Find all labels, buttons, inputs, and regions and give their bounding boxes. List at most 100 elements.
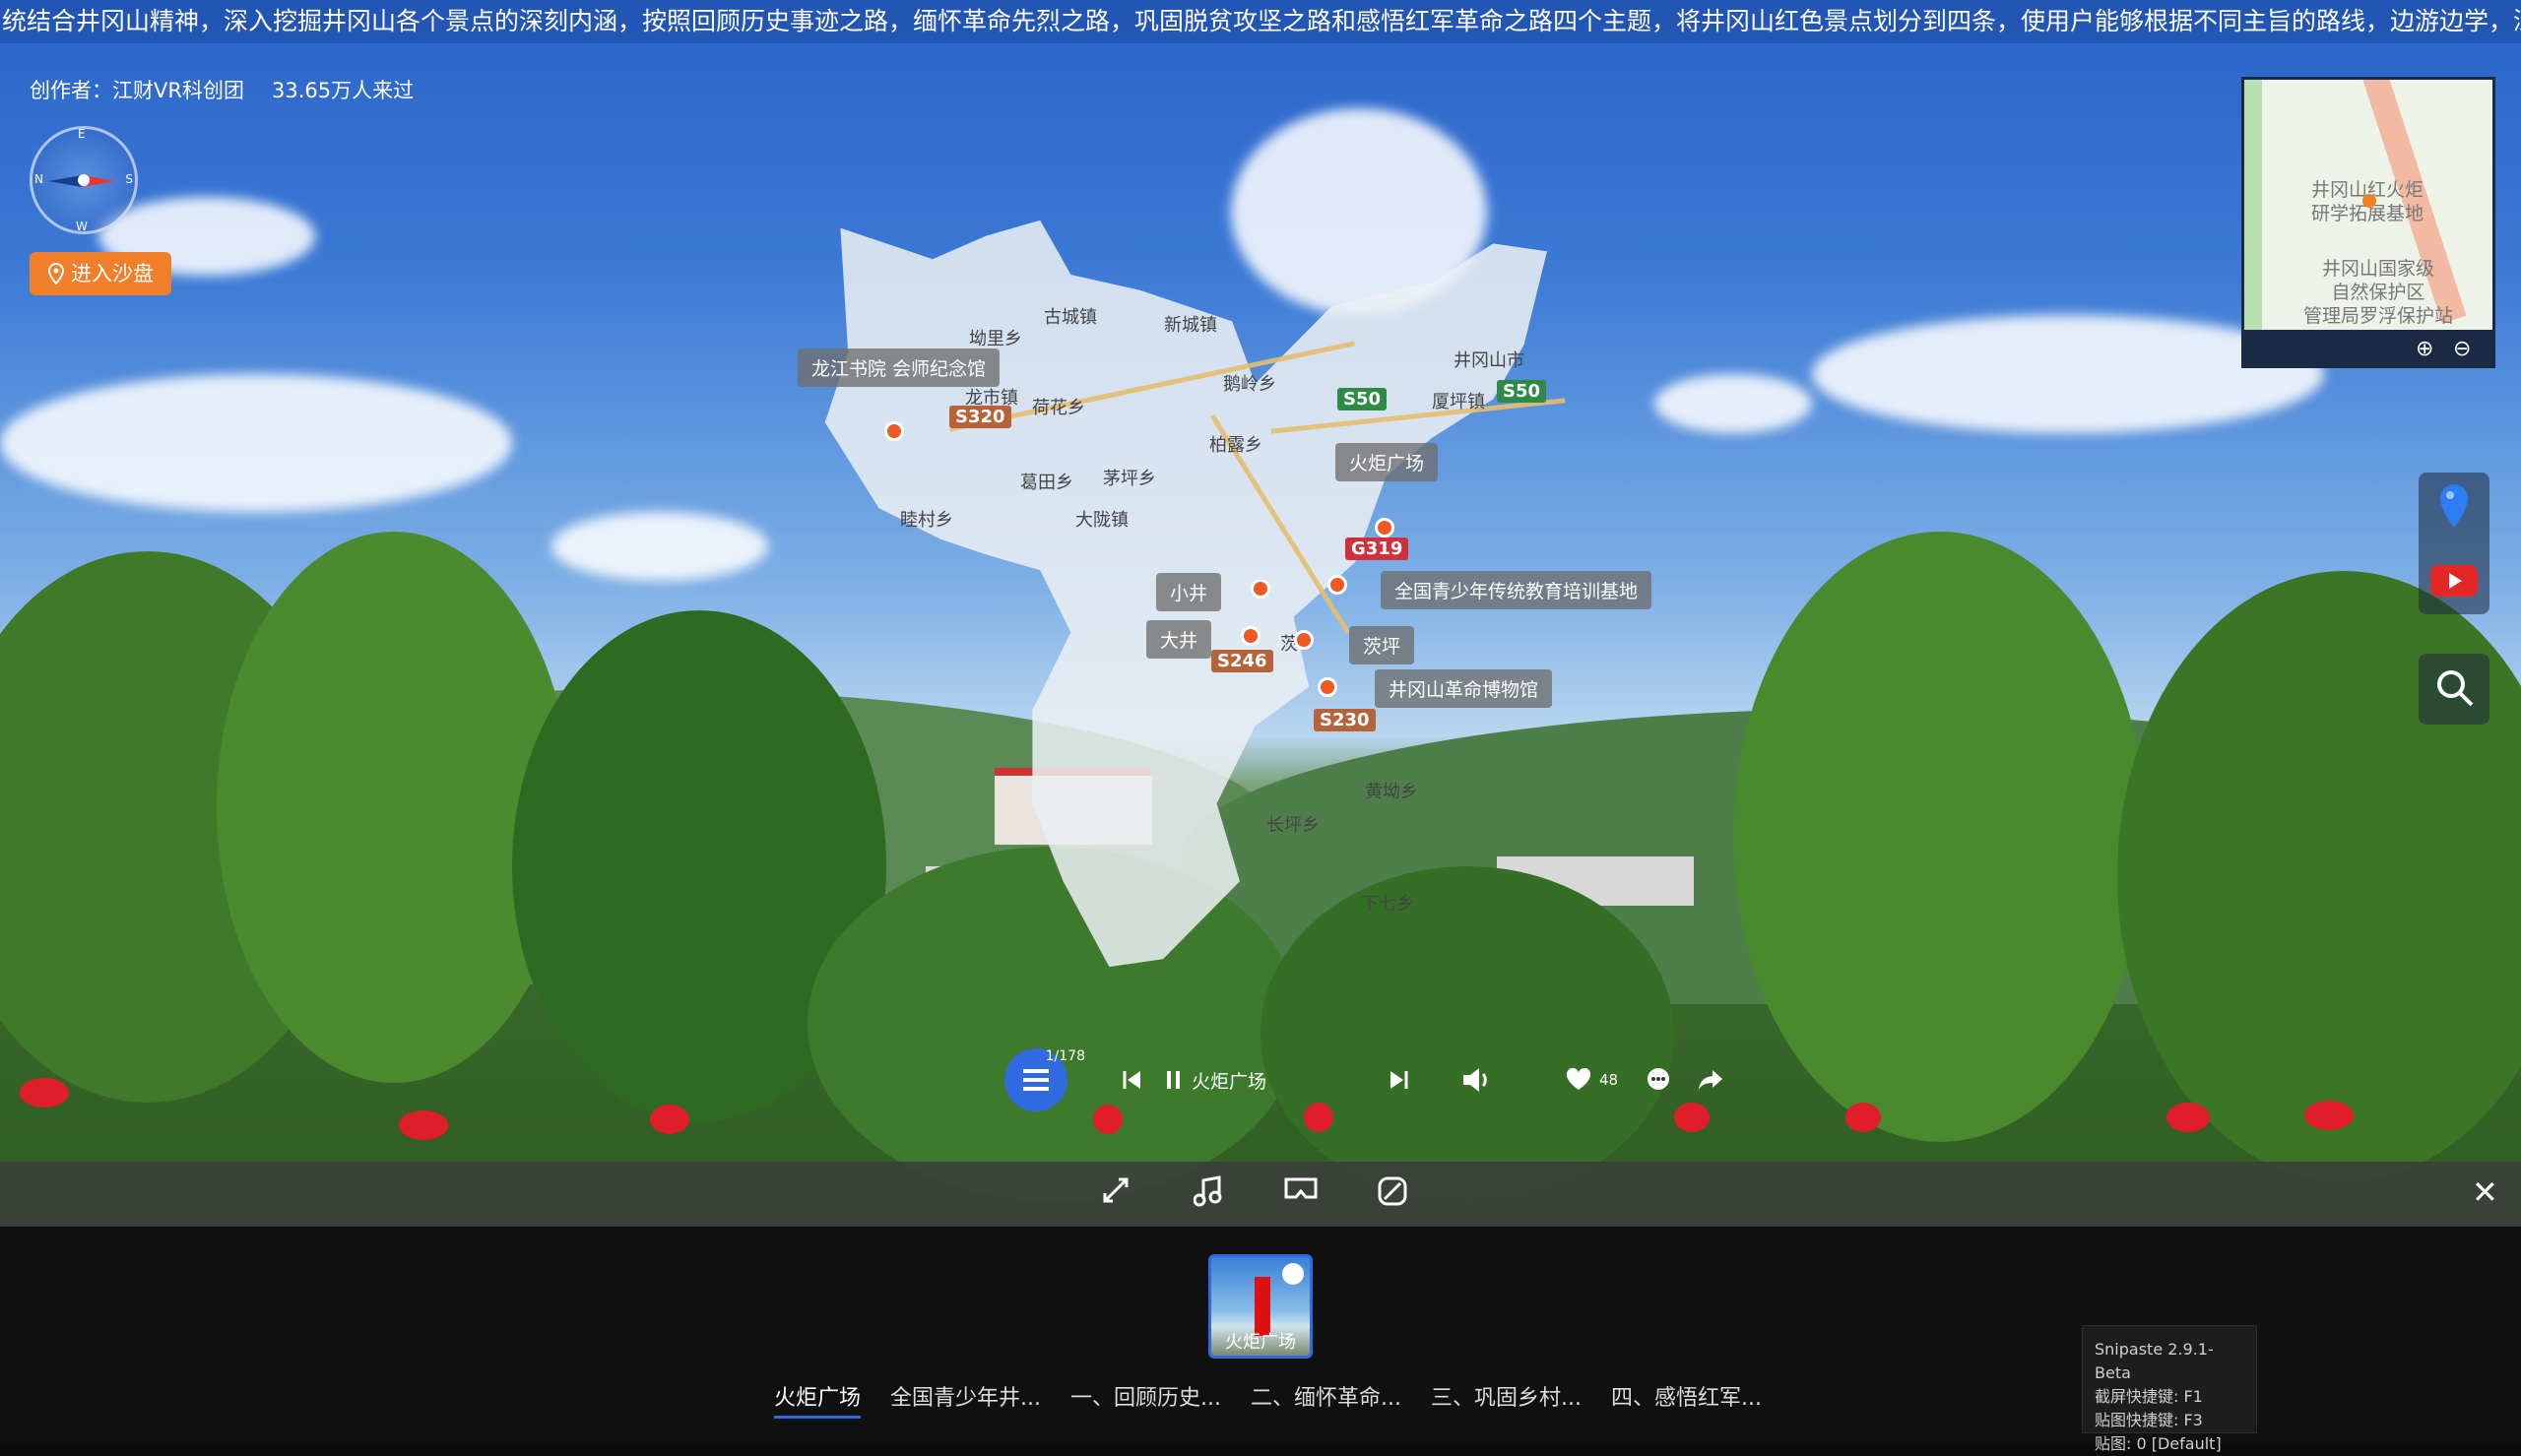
red-torch bbox=[650, 1105, 689, 1134]
highway-s320-badge: S320 bbox=[949, 406, 1011, 428]
town-label: 柏露乡 bbox=[1209, 435, 1262, 456]
location-pin-icon bbox=[47, 263, 65, 285]
playlist-button[interactable]: 1/178 bbox=[1004, 1048, 1085, 1111]
playlist-page: 1/178 bbox=[1045, 1048, 1085, 1064]
music-icon[interactable] bbox=[1194, 1175, 1223, 1207]
spot-tag-quanguo[interactable]: 全国青少年传统教育培训基地 bbox=[1381, 571, 1652, 609]
creator-label[interactable]: 创作者：江财VR科创团 bbox=[30, 75, 244, 104]
pause-icon[interactable] bbox=[1166, 1070, 1182, 1090]
category-tabs: 火炬广场 全国青少年井... 一、回顾历史... 二、缅怀革命... 三、巩固乡… bbox=[774, 1380, 1762, 1419]
snipaste-tooltip: Snipaste 2.9.1-Beta 截屏快捷键: F1 贴图快捷键: F3 … bbox=[2082, 1325, 2257, 1453]
red-torch bbox=[399, 1110, 448, 1140]
spot-tag-museum[interactable]: 井冈山革命博物馆 bbox=[1375, 669, 1553, 708]
scene-thumbnail[interactable]: 火炬广场 bbox=[1208, 1254, 1313, 1359]
town-label: 大陇镇 bbox=[1075, 510, 1129, 531]
category-tab[interactable]: 火炬广场 bbox=[774, 1380, 862, 1419]
zoom-in-icon[interactable]: ⊕ bbox=[2416, 337, 2433, 361]
red-torch bbox=[20, 1078, 69, 1108]
town-label: 厦坪镇 bbox=[1432, 392, 1485, 412]
snipaste-paste-count: 贴图: 0 [Default] bbox=[2095, 1434, 2222, 1453]
category-tab[interactable]: 二、缅怀革命... bbox=[1251, 1380, 1401, 1419]
cloud bbox=[0, 374, 512, 512]
snipaste-paste-hotkey: 贴图快捷键: F3 bbox=[2095, 1411, 2203, 1429]
scenic-spot-pin[interactable] bbox=[884, 421, 904, 441]
volume-icon[interactable] bbox=[1461, 1066, 1491, 1094]
town-label: 鹅岭乡 bbox=[1223, 374, 1276, 395]
enter-sandbox-label: 进入沙盘 bbox=[71, 262, 154, 285]
red-torch bbox=[2304, 1101, 2354, 1130]
share-icon[interactable] bbox=[1697, 1068, 1724, 1092]
spot-tag-xiaojing[interactable]: 小井 bbox=[1156, 573, 1222, 611]
cloud bbox=[551, 512, 768, 581]
scenic-spot-pin[interactable] bbox=[1241, 626, 1260, 646]
compass-center bbox=[78, 174, 90, 186]
town-label: 新城镇 bbox=[1164, 315, 1217, 336]
like-count: 48 bbox=[1599, 1071, 1619, 1089]
highway-s230-badge: S230 bbox=[1314, 709, 1376, 731]
spot-tag-ciping[interactable]: 茨坪 bbox=[1349, 626, 1415, 665]
highway-g319-badge: G319 bbox=[1345, 538, 1409, 560]
town-label: 睦村乡 bbox=[900, 510, 953, 531]
scenic-spot-pin[interactable] bbox=[1318, 677, 1337, 697]
snipaste-version: Snipaste 2.9.1-Beta bbox=[2095, 1340, 2214, 1382]
compass-west-label: W bbox=[76, 220, 88, 233]
next-icon[interactable] bbox=[1389, 1069, 1410, 1091]
scene-selector: 火炬广场 火炬广场 全国青少年井... 一、回顾历史... 二、缅怀革命... … bbox=[0, 1227, 2521, 1453]
expand-icon[interactable] bbox=[1101, 1175, 1131, 1205]
view-toolbar: ✕ bbox=[0, 1162, 2521, 1227]
spot-tag-longjiang[interactable]: 龙江书院 会师纪念馆 bbox=[798, 348, 1001, 387]
compass-icon[interactable]: E N S W bbox=[30, 126, 138, 234]
previous-icon[interactable] bbox=[1121, 1069, 1142, 1091]
thumbnail-label: 火炬广场 bbox=[1225, 1332, 1296, 1353]
video-play-icon[interactable] bbox=[2430, 563, 2478, 599]
jinggangshan-map[interactable]: 古城镇 新城镇 坳里乡 龙市镇 荷花乡 鹅岭乡 柏露乡 葛田乡 茅坪乡 大陇镇 … bbox=[798, 197, 1652, 975]
enter-sandbox-button[interactable]: 进入沙盘 bbox=[30, 252, 171, 295]
town-label: 坳里乡 bbox=[969, 329, 1022, 349]
vr-icon[interactable] bbox=[1284, 1175, 1318, 1203]
red-torch bbox=[2166, 1103, 2210, 1132]
town-label: 古城镇 bbox=[1044, 307, 1097, 328]
compass-east-label: E bbox=[78, 127, 86, 141]
map-pin-icon[interactable] bbox=[2436, 482, 2472, 530]
category-tab[interactable]: 全国青少年井... bbox=[890, 1380, 1041, 1419]
minimap-label-reserve: 井冈山国家级 自然保护区 管理局罗浮保护站 bbox=[2302, 258, 2453, 327]
intro-marquee: 统结合井冈山精神，深入挖掘井冈山各个景点的深刻内涵，按照回顾历史事迹之路，缅怀革… bbox=[0, 0, 2521, 43]
scenic-spot-pin[interactable] bbox=[1327, 575, 1347, 595]
gyro-icon[interactable] bbox=[1377, 1175, 1408, 1207]
panorama-view[interactable]: 统结合井冈山精神，深入挖掘井冈山各个景点的深刻内涵，按照回顾历史事迹之路，缅怀革… bbox=[0, 0, 2521, 1227]
thumbnail-torch bbox=[1255, 1277, 1270, 1336]
cloud bbox=[1654, 374, 1812, 433]
close-icon[interactable]: ✕ bbox=[2472, 1173, 2498, 1211]
spot-tag-huoju[interactable]: 火炬广场 bbox=[1335, 443, 1439, 481]
selected-check-icon bbox=[1282, 1263, 1304, 1285]
town-label: 下七乡 bbox=[1361, 894, 1414, 915]
category-tab[interactable]: 一、回顾历史... bbox=[1070, 1380, 1221, 1419]
search-icon[interactable] bbox=[2434, 667, 2476, 709]
scenic-spot-pin[interactable] bbox=[1375, 518, 1394, 538]
snipaste-screenshot-hotkey: 截屏快捷键: F1 bbox=[2095, 1387, 2203, 1406]
minimap-marker bbox=[2362, 194, 2376, 208]
mini-map[interactable]: 井冈山红火炬 研学拓展基地 井冈山国家级 自然保护区 管理局罗浮保护站 ⊕ ⊖ bbox=[2241, 77, 2495, 368]
comment-icon[interactable] bbox=[1646, 1067, 1671, 1093]
compass-north-label: N bbox=[34, 172, 43, 186]
highway-s50-badge: S50 bbox=[1337, 388, 1388, 411]
like-icon[interactable] bbox=[1566, 1068, 1591, 1092]
now-playing-title: 火炬广场 bbox=[1192, 1070, 1267, 1093]
category-tab[interactable]: 四、感悟红军... bbox=[1611, 1380, 1762, 1419]
town-label: 井冈山市 bbox=[1454, 350, 1524, 371]
side-action-panel bbox=[2419, 473, 2489, 614]
scenic-spot-pin[interactable] bbox=[1251, 579, 1270, 599]
minimap-toolbar: ⊕ ⊖ bbox=[2244, 330, 2492, 365]
town-label: 荷花乡 bbox=[1032, 398, 1085, 418]
search-panel bbox=[2419, 654, 2489, 725]
category-tab[interactable]: 三、巩固乡村... bbox=[1431, 1380, 1582, 1419]
highway-s246-badge: S246 bbox=[1211, 650, 1273, 672]
town-label: 黄坳乡 bbox=[1365, 782, 1418, 802]
zoom-out-icon[interactable]: ⊖ bbox=[2453, 337, 2471, 361]
red-torch bbox=[1845, 1103, 1881, 1132]
scenic-spot-pin[interactable] bbox=[1294, 630, 1314, 650]
town-label: 长坪乡 bbox=[1266, 815, 1320, 836]
audio-player: 1/178 火炬广场 48 bbox=[1004, 1047, 1724, 1112]
list-icon bbox=[1023, 1069, 1049, 1091]
spot-tag-dajing[interactable]: 大井 bbox=[1146, 620, 1212, 659]
